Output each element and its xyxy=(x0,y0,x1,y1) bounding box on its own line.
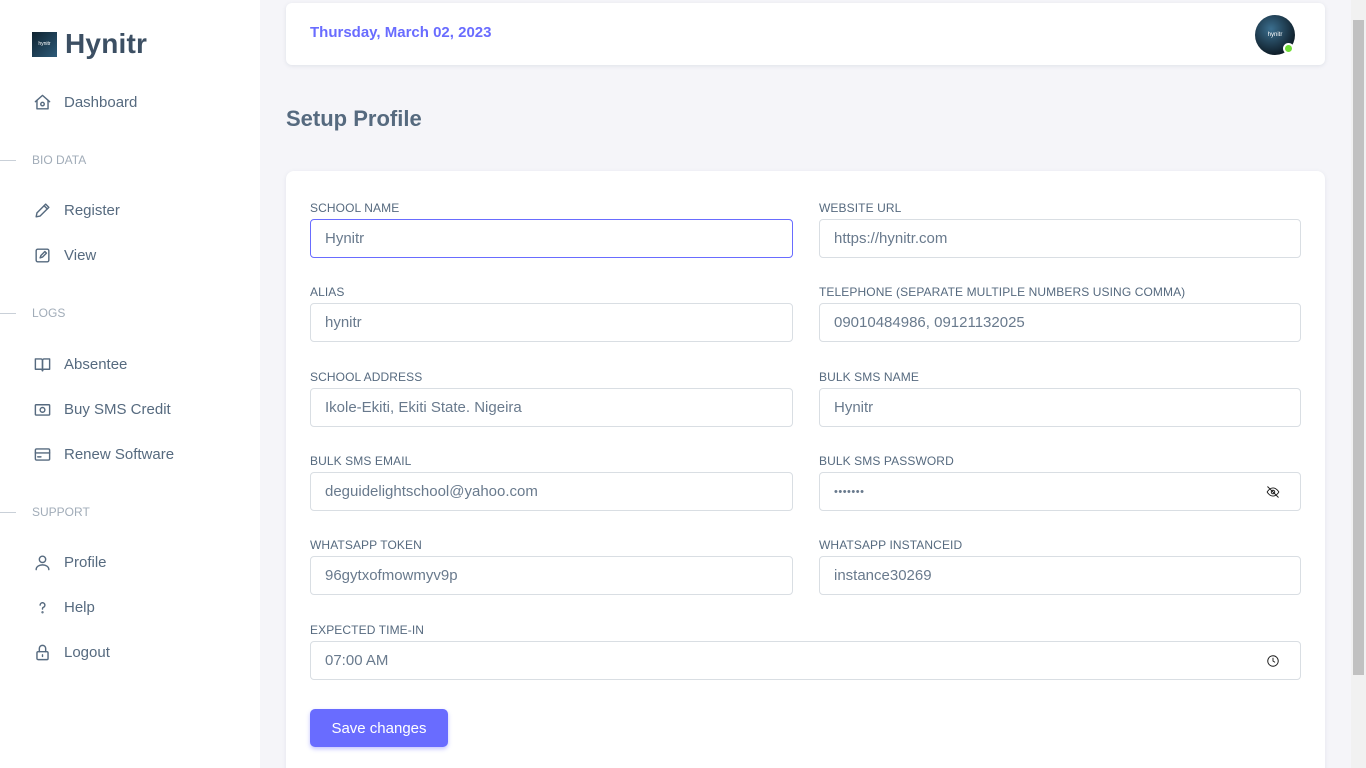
sidebar-item-label: Logout xyxy=(64,643,110,661)
sidebar-item-label: Help xyxy=(64,598,95,616)
telephone-label: TELEPHONE (SEPARATE MULTIPLE NUMBERS USI… xyxy=(819,285,1186,299)
book-open-icon xyxy=(32,354,52,374)
sidebar: hynitr Hynitr Dashboard BIO DATA Registe… xyxy=(0,0,260,768)
brand-name: Hynitr xyxy=(65,28,148,59)
bulk-sms-email-label: BULK SMS EMAIL xyxy=(310,454,412,468)
telephone-input[interactable]: 09010484986, 09121132025 xyxy=(819,303,1301,342)
whatsapp-instance-field: WHATSAPP INSTANCEID instance30269 xyxy=(819,537,1301,599)
bulk-sms-email-input[interactable]: deguidelightschool@yahoo.com xyxy=(310,472,793,511)
sidebar-item-profile[interactable]: Profile xyxy=(32,548,107,576)
sidebar-item-view[interactable]: View xyxy=(32,241,96,269)
brand-logo: hynitr xyxy=(32,31,57,57)
avatar[interactable]: hynitr xyxy=(1255,15,1295,55)
sidebar-item-buy-sms[interactable]: Buy SMS Credit xyxy=(32,395,171,423)
school-name-label: SCHOOL NAME xyxy=(310,201,400,215)
bulk-sms-email-field: BULK SMS EMAIL deguidelightschool@yahoo.… xyxy=(310,453,793,515)
current-date: Thursday, March 02, 2023 xyxy=(310,24,492,41)
profile-form-card: SCHOOL NAME Hynitr WEBSITE URL https://h… xyxy=(286,171,1325,768)
bulk-sms-password-label: BULK SMS PASSWORD xyxy=(819,454,954,468)
sidebar-item-dashboard[interactable]: Dashboard xyxy=(32,88,137,116)
school-address-input[interactable]: Ikole-Ekiti, Ekiti State. Nigeira xyxy=(310,388,793,427)
divider xyxy=(0,312,16,314)
alias-input[interactable]: hynitr xyxy=(310,303,793,342)
school-name-input[interactable]: Hynitr xyxy=(310,219,793,258)
bulk-sms-name-label: BULK SMS NAME xyxy=(819,370,919,384)
brand[interactable]: hynitr Hynitr xyxy=(32,28,147,60)
school-name-field: SCHOOL NAME Hynitr xyxy=(310,200,793,262)
bulk-sms-name-field: BULK SMS NAME Hynitr xyxy=(819,369,1301,431)
divider xyxy=(0,159,16,161)
edit-square-icon xyxy=(32,245,52,265)
sidebar-item-label: Register xyxy=(64,201,120,219)
credit-card-icon xyxy=(32,444,52,464)
website-url-input[interactable]: https://hynitr.com xyxy=(819,219,1301,258)
nav-header-label: BIO DATA xyxy=(32,153,87,167)
nav-header-logs: LOGS xyxy=(0,305,65,321)
alias-label: ALIAS xyxy=(310,285,345,299)
nav-header-label: LOGS xyxy=(32,306,66,320)
sidebar-item-label: Dashboard xyxy=(64,93,138,111)
user-icon xyxy=(32,552,52,572)
sidebar-item-label: View xyxy=(64,246,97,264)
money-icon xyxy=(32,399,52,419)
divider xyxy=(0,511,16,513)
home-icon xyxy=(32,92,52,112)
password-masked-value: ••••••• xyxy=(834,485,865,498)
whatsapp-token-field: WHATSAPP TOKEN 96gytxofmowmyv9p xyxy=(310,537,793,599)
website-url-field: WEBSITE URL https://hynitr.com xyxy=(819,200,1301,262)
whatsapp-token-label: WHATSAPP TOKEN xyxy=(310,538,422,552)
lock-icon xyxy=(32,642,52,662)
save-changes-button[interactable]: Save changes xyxy=(310,709,448,747)
alias-field: ALIAS hynitr xyxy=(310,284,793,346)
expected-time-input[interactable]: 07:00 AM xyxy=(310,641,1301,680)
school-address-label: SCHOOL ADDRESS xyxy=(310,370,423,384)
pencil-icon xyxy=(32,200,52,220)
expected-time-field: EXPECTED TIME-IN 07:00 AM xyxy=(310,622,1301,684)
sidebar-item-label: Buy SMS Credit xyxy=(64,400,171,418)
nav-header-bio: BIO DATA xyxy=(0,152,86,168)
bulk-sms-password-field: BULK SMS PASSWORD ••••••• xyxy=(819,453,1301,515)
sidebar-item-renew[interactable]: Renew Software xyxy=(32,440,174,468)
sidebar-item-label: Renew Software xyxy=(64,445,175,463)
whatsapp-instance-label: WHATSAPP INSTANCEID xyxy=(819,538,963,552)
nav-header-label: SUPPORT xyxy=(32,505,90,519)
sidebar-item-absentee[interactable]: Absentee xyxy=(32,350,127,378)
page-title: Setup Profile xyxy=(286,106,422,131)
online-status-dot xyxy=(1283,43,1294,54)
sidebar-item-label: Profile xyxy=(64,553,107,571)
website-url-label: WEBSITE URL xyxy=(819,201,902,215)
sidebar-item-register[interactable]: Register xyxy=(32,196,120,224)
bulk-sms-name-input[interactable]: Hynitr xyxy=(819,388,1301,427)
sidebar-item-logout[interactable]: Logout xyxy=(32,638,110,666)
sidebar-item-help[interactable]: Help xyxy=(32,593,95,621)
top-navbar: Thursday, March 02, 2023 hynitr xyxy=(286,3,1325,65)
school-address-field: SCHOOL ADDRESS Ikole-Ekiti, Ekiti State.… xyxy=(310,369,793,431)
bulk-sms-password-input[interactable]: ••••••• xyxy=(819,472,1301,511)
eye-off-icon[interactable] xyxy=(1266,485,1280,499)
expected-time-label: EXPECTED TIME-IN xyxy=(310,623,425,637)
telephone-field: TELEPHONE (SEPARATE MULTIPLE NUMBERS USI… xyxy=(819,284,1301,346)
whatsapp-instance-input[interactable]: instance30269 xyxy=(819,556,1301,595)
clock-icon[interactable] xyxy=(1266,654,1280,668)
sidebar-item-label: Absentee xyxy=(64,355,128,373)
question-icon xyxy=(32,597,52,617)
avatar-text: hynitr xyxy=(1267,32,1283,38)
expected-time-value: 07:00 AM xyxy=(325,652,389,669)
page-scrollbar[interactable] xyxy=(1351,0,1366,768)
scrollbar-thumb[interactable] xyxy=(1353,20,1364,675)
whatsapp-token-input[interactable]: 96gytxofmowmyv9p xyxy=(310,556,793,595)
nav-header-support: SUPPORT xyxy=(0,504,90,520)
